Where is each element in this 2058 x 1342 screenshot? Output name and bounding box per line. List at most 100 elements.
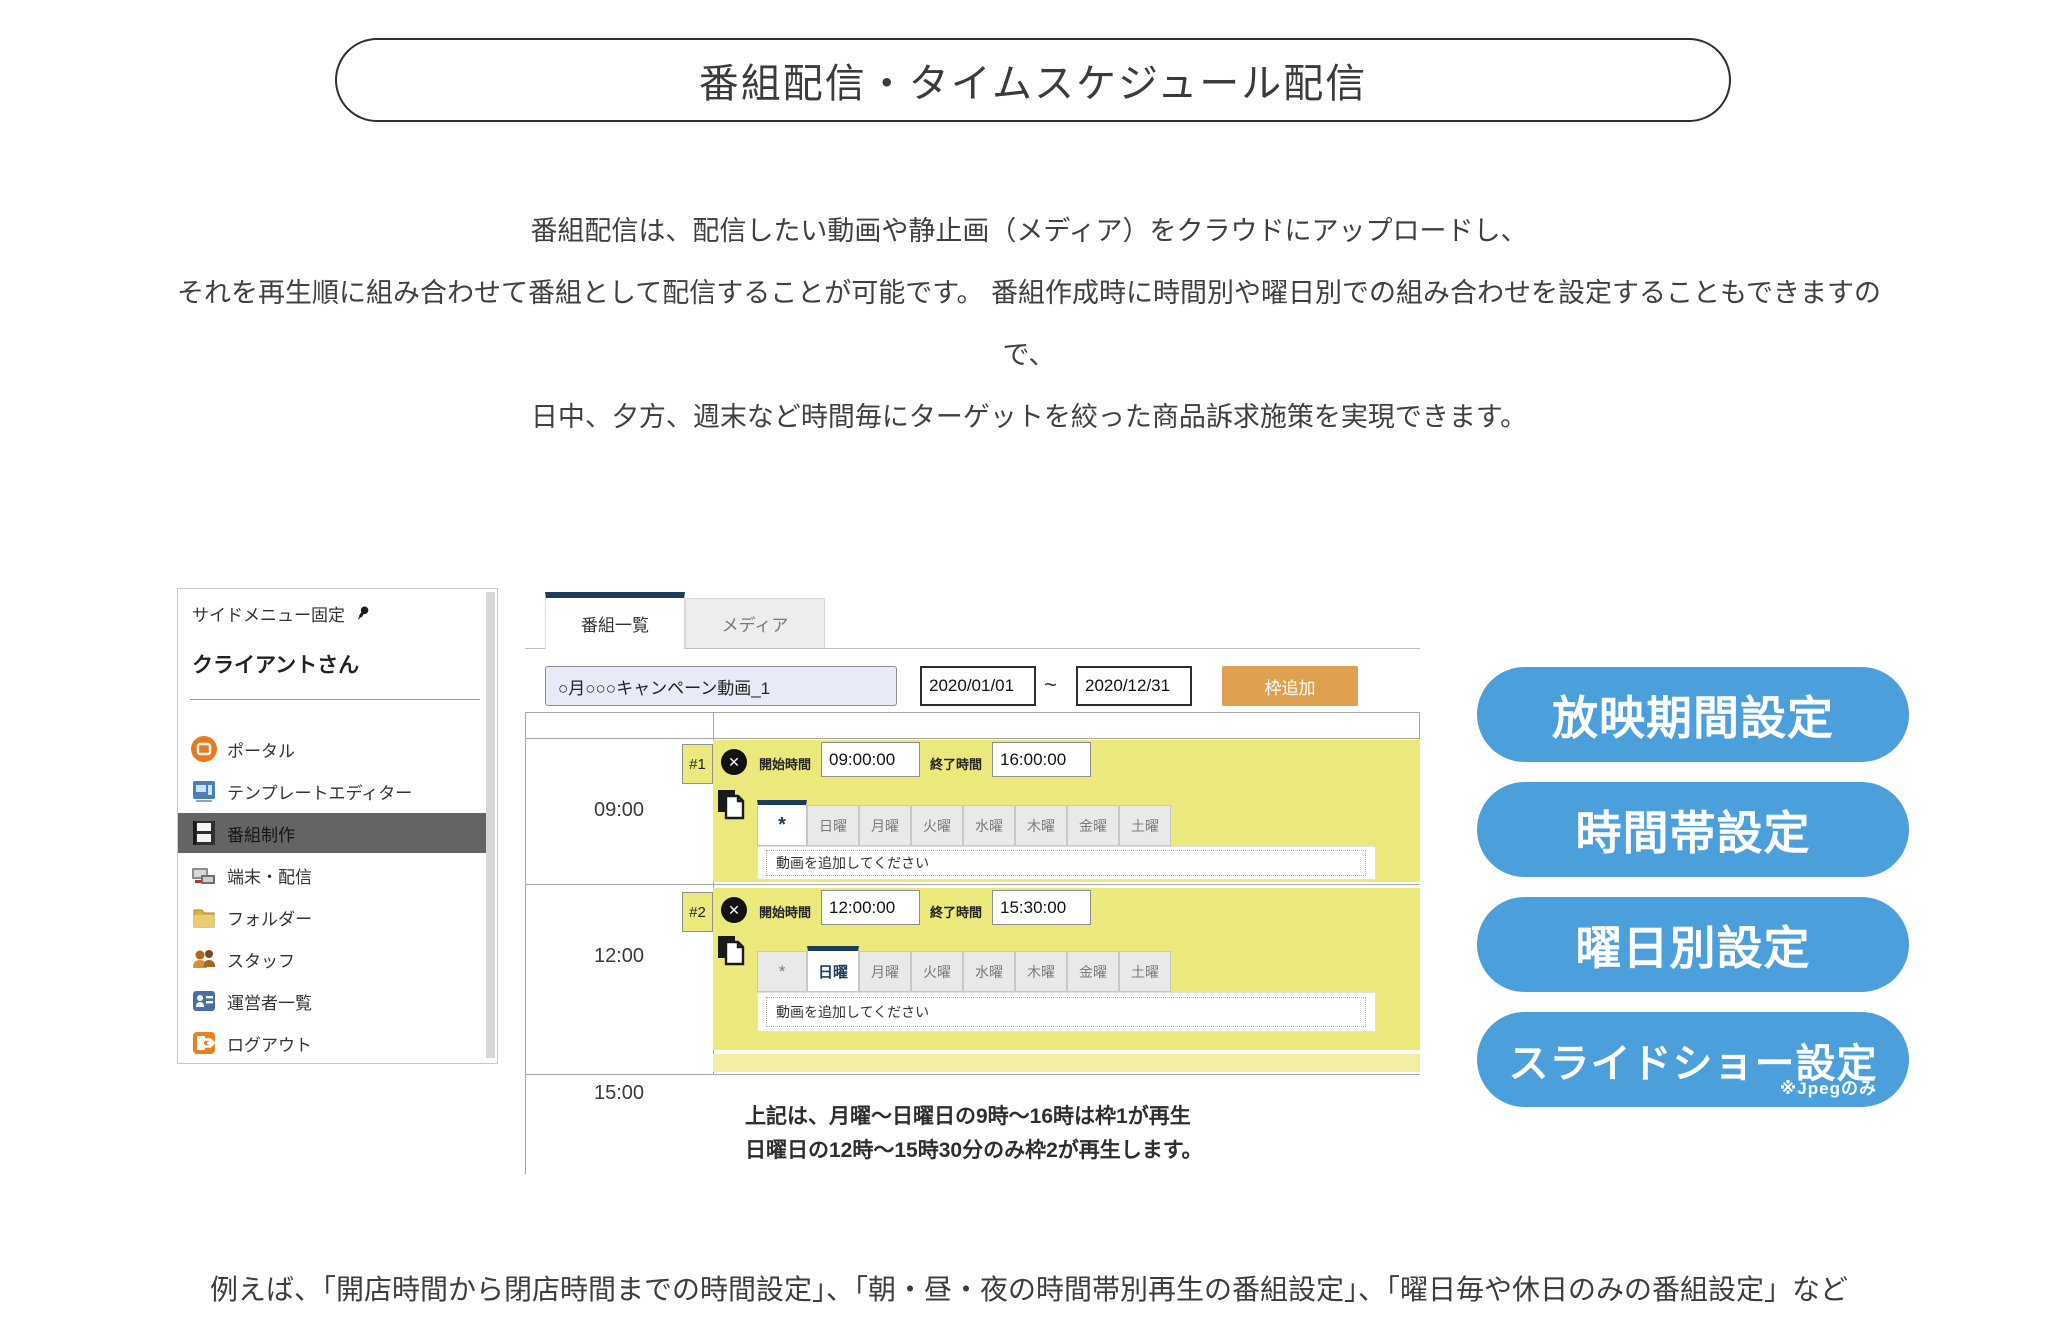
video-drop-zone[interactable]: 動画を追加してください	[766, 850, 1366, 876]
intro-line: 番組配信は、配信したい動画や静止画（メディア）をクラウドにアップロードし、	[0, 200, 2058, 262]
copy-icon[interactable]	[716, 788, 746, 825]
day-tab-label: 月曜	[871, 962, 899, 982]
block-1-tag: #1	[682, 744, 713, 784]
grid-line	[525, 1074, 1420, 1075]
close-icon[interactable]: ✕	[721, 749, 747, 775]
day-tab-wed[interactable]: 水曜	[963, 805, 1015, 846]
sidebar-item-template-editor[interactable]: テンプレートエディター	[178, 771, 488, 811]
day-tab-mon[interactable]: 月曜	[859, 951, 911, 992]
date-to-input[interactable]	[1076, 666, 1192, 706]
schedule-strip	[713, 1054, 1420, 1072]
badge-slideshow: スライドショー設定 ※Jpegのみ	[1477, 1012, 1909, 1107]
sidebar-pin-label: サイドメニュー固定	[192, 601, 345, 626]
day-tab-wed[interactable]: 水曜	[963, 951, 1015, 992]
close-icon[interactable]: ✕	[721, 897, 747, 923]
date-from-input[interactable]	[920, 666, 1036, 706]
badge-broadcast-period: 放映期間設定	[1477, 667, 1909, 762]
day-tab-label: 火曜	[923, 816, 951, 836]
day-tab-label: 金曜	[1079, 962, 1107, 982]
day-tab-thu[interactable]: 木曜	[1015, 951, 1067, 992]
template-editor-icon	[191, 778, 217, 804]
day-tab-mon[interactable]: 月曜	[859, 805, 911, 846]
copy-icon[interactable]	[716, 934, 746, 971]
sidebar-item-staff[interactable]: スタッフ	[178, 939, 488, 979]
tab-label: メディア	[722, 611, 789, 636]
day-tab-label: 日曜	[818, 961, 848, 982]
start-time-label: 開始時間	[759, 902, 811, 921]
drop-zone-placeholder: 動画を追加してください	[776, 853, 929, 873]
tab-label: 番組一覧	[581, 611, 649, 636]
tab-media[interactable]: メディア	[685, 598, 825, 648]
grid-line	[1419, 712, 1420, 739]
badge-label: 時間帯設定	[1576, 797, 1811, 863]
start-time-input[interactable]	[821, 890, 920, 925]
logout-icon	[191, 1030, 217, 1056]
sidebar-scrollbar[interactable]	[486, 592, 495, 1058]
page-title: 番組配信・タイムスケジュール配信	[335, 38, 1731, 122]
day-tab-thu[interactable]: 木曜	[1015, 805, 1067, 846]
sidebar-item-label: スタッフ	[227, 947, 295, 972]
day-tab-sun[interactable]: 日曜	[807, 946, 859, 992]
sidebar-item-label: ログアウト	[227, 1031, 312, 1056]
badge-label: 曜日別設定	[1576, 912, 1811, 978]
drop-zone-placeholder: 動画を追加してください	[776, 1002, 929, 1022]
day-tab-label: 日曜	[819, 816, 847, 836]
start-time-label: 開始時間	[759, 754, 811, 773]
badge-time-slot: 時間帯設定	[1477, 782, 1909, 877]
grid-line	[525, 884, 1420, 885]
badge-label: 放映期間設定	[1552, 682, 1834, 748]
intro-paragraph: 番組配信は、配信したい動画や静止画（メディア）をクラウドにアップロードし、 それ…	[0, 200, 2058, 448]
device-delivery-icon	[191, 862, 217, 888]
intro-line: 日中、夕方、週末など時間毎にターゲットを絞った商品訴求施策を実現できます。	[0, 386, 2058, 448]
sidebar-item-logout[interactable]: ログアウト	[178, 1023, 488, 1063]
day-tab-sat[interactable]: 土曜	[1119, 951, 1171, 992]
schedule-note-line: 日曜日の12時〜15時30分のみ枠2が再生します。	[745, 1134, 1203, 1164]
day-tab-label: 金曜	[1079, 816, 1107, 836]
grid-line	[525, 738, 1420, 739]
add-slot-button[interactable]: 枠追加	[1222, 666, 1358, 706]
day-tab-tue[interactable]: 火曜	[911, 805, 963, 846]
sidebar-item-device-delivery[interactable]: 端末・配信	[178, 855, 488, 895]
time-label-1500: 15:00	[525, 1082, 713, 1105]
sidebar-item-portal[interactable]: ポータル	[178, 729, 488, 769]
sidebar-divider	[190, 699, 480, 700]
sidebar-pin-header[interactable]: サイドメニュー固定	[192, 601, 371, 626]
end-time-input[interactable]	[992, 890, 1091, 925]
day-tab-label: 水曜	[975, 962, 1003, 982]
program-name-input[interactable]	[545, 666, 897, 706]
day-tab-fri[interactable]: 金曜	[1067, 805, 1119, 846]
day-tab-label: *	[778, 814, 786, 837]
sidebar-item-program-create[interactable]: 番組制作	[178, 813, 488, 853]
day-tab-label: 土曜	[1131, 962, 1159, 982]
day-tab-sun[interactable]: 日曜	[807, 805, 859, 846]
time-label-0900: 09:00	[525, 799, 713, 822]
day-tab-all[interactable]: *	[757, 800, 807, 846]
video-drop-zone[interactable]: 動画を追加してください	[766, 997, 1366, 1027]
day-tab-label: 木曜	[1027, 816, 1055, 836]
day-tab-tue[interactable]: 火曜	[911, 951, 963, 992]
day-tab-fri[interactable]: 金曜	[1067, 951, 1119, 992]
sidebar-item-label: テンプレートエディター	[227, 779, 412, 804]
tab-program-list[interactable]: 番組一覧	[545, 592, 685, 649]
program-create-icon	[191, 820, 217, 846]
end-time-input[interactable]	[992, 742, 1091, 777]
sidebar-item-operators[interactable]: 運営者一覧	[178, 981, 488, 1021]
footer-examples-text: 例えば、「開店時間から閉店時間までの時間設定」、「朝・昼・夜の時間帯別再生の番組…	[0, 1268, 2058, 1308]
block-2-tag: #2	[682, 892, 713, 932]
pushpin-icon[interactable]	[353, 605, 371, 623]
close-glyph: ✕	[728, 902, 740, 919]
start-time-input[interactable]	[821, 742, 920, 777]
date-range-tilde: ~	[1044, 672, 1057, 698]
operators-icon	[191, 988, 217, 1014]
day-tab-sat[interactable]: 土曜	[1119, 805, 1171, 846]
sidebar-item-label: フォルダー	[227, 905, 312, 930]
grid-line	[525, 712, 1420, 713]
end-time-label: 終了時間	[930, 754, 982, 773]
schedule-note-line: 上記は、月曜〜日曜日の9時〜16時は枠1が再生	[745, 1100, 1191, 1130]
day-tab-all[interactable]: *	[757, 951, 807, 992]
folder-icon	[191, 904, 217, 930]
sidebar-item-label: 運営者一覧	[227, 989, 312, 1014]
badge-note: ※Jpegのみ	[1780, 1074, 1877, 1099]
sidebar-item-folder[interactable]: フォルダー	[178, 897, 488, 937]
page-title-text: 番組配信・タイムスケジュール配信	[699, 51, 1367, 109]
